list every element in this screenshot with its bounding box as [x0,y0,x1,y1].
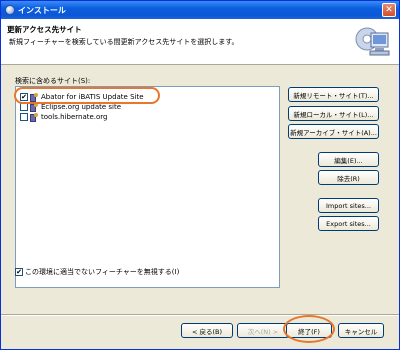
site-checkbox[interactable] [20,113,28,121]
wizard-header: 更新アクセス先サイト 新規フィーチャーを検索している間更新アクセス先サイトを選択… [1,19,399,65]
site-list[interactable]: ✔ Abator for iBATIS Update Site Eclipse.… [15,86,280,288]
site-checkbox[interactable] [20,103,28,111]
back-button[interactable]: < 戻る(B) [181,323,233,338]
window-title: インストール [18,5,66,15]
new-local-site-button[interactable]: 新規ローカル・サイト(L)... [288,106,379,121]
ignore-features-option[interactable]: ✔ この環境に適当でないフィーチャーを無視する(I) [15,267,179,277]
import-sites-button[interactable]: Import sites... [318,198,379,213]
ignore-features-label: この環境に適当でないフィーチャーを無視する(I) [25,268,180,276]
cancel-button[interactable]: キャンセル [338,323,384,338]
install-wizard-icon [355,27,390,56]
site-label: tools.hibernate.org [41,113,108,121]
new-remote-site-button[interactable]: 新規リモート・サイト(T)... [288,87,379,102]
new-archive-site-button[interactable]: 新規アーカイブ・サイト(A)... [288,124,379,139]
update-site-icon [30,103,38,112]
finish-highlight-annotation [283,315,335,343]
divider [1,314,399,316]
page-title: 更新アクセス先サイト [7,25,82,34]
site-label: Eclipse.org update site [41,103,122,111]
title-bar[interactable]: インストール ✕ [1,1,399,19]
eclipse-icon [5,5,15,15]
highlight-annotation [14,87,160,104]
update-site-icon [30,113,38,122]
next-button[interactable]: 次へ(N) > [237,323,289,338]
sites-label: 検索に含めるサイト(S): [15,77,91,85]
edit-button[interactable]: 編集(E)... [318,152,379,167]
close-icon[interactable]: ✕ [382,3,396,17]
install-dialog: インストール ✕ 更新アクセス先サイト 新規フィーチャーを検索している間更新アク… [0,0,400,350]
ignore-features-checkbox[interactable]: ✔ [15,268,23,276]
export-sites-button[interactable]: Export sites... [318,216,379,231]
site-item-hibernate[interactable]: tools.hibernate.org [20,112,108,122]
page-description: 新規フィーチャーを検索している間更新アクセス先サイトを選択します。 [9,38,239,46]
remove-button[interactable]: 除去(R) [318,170,379,185]
